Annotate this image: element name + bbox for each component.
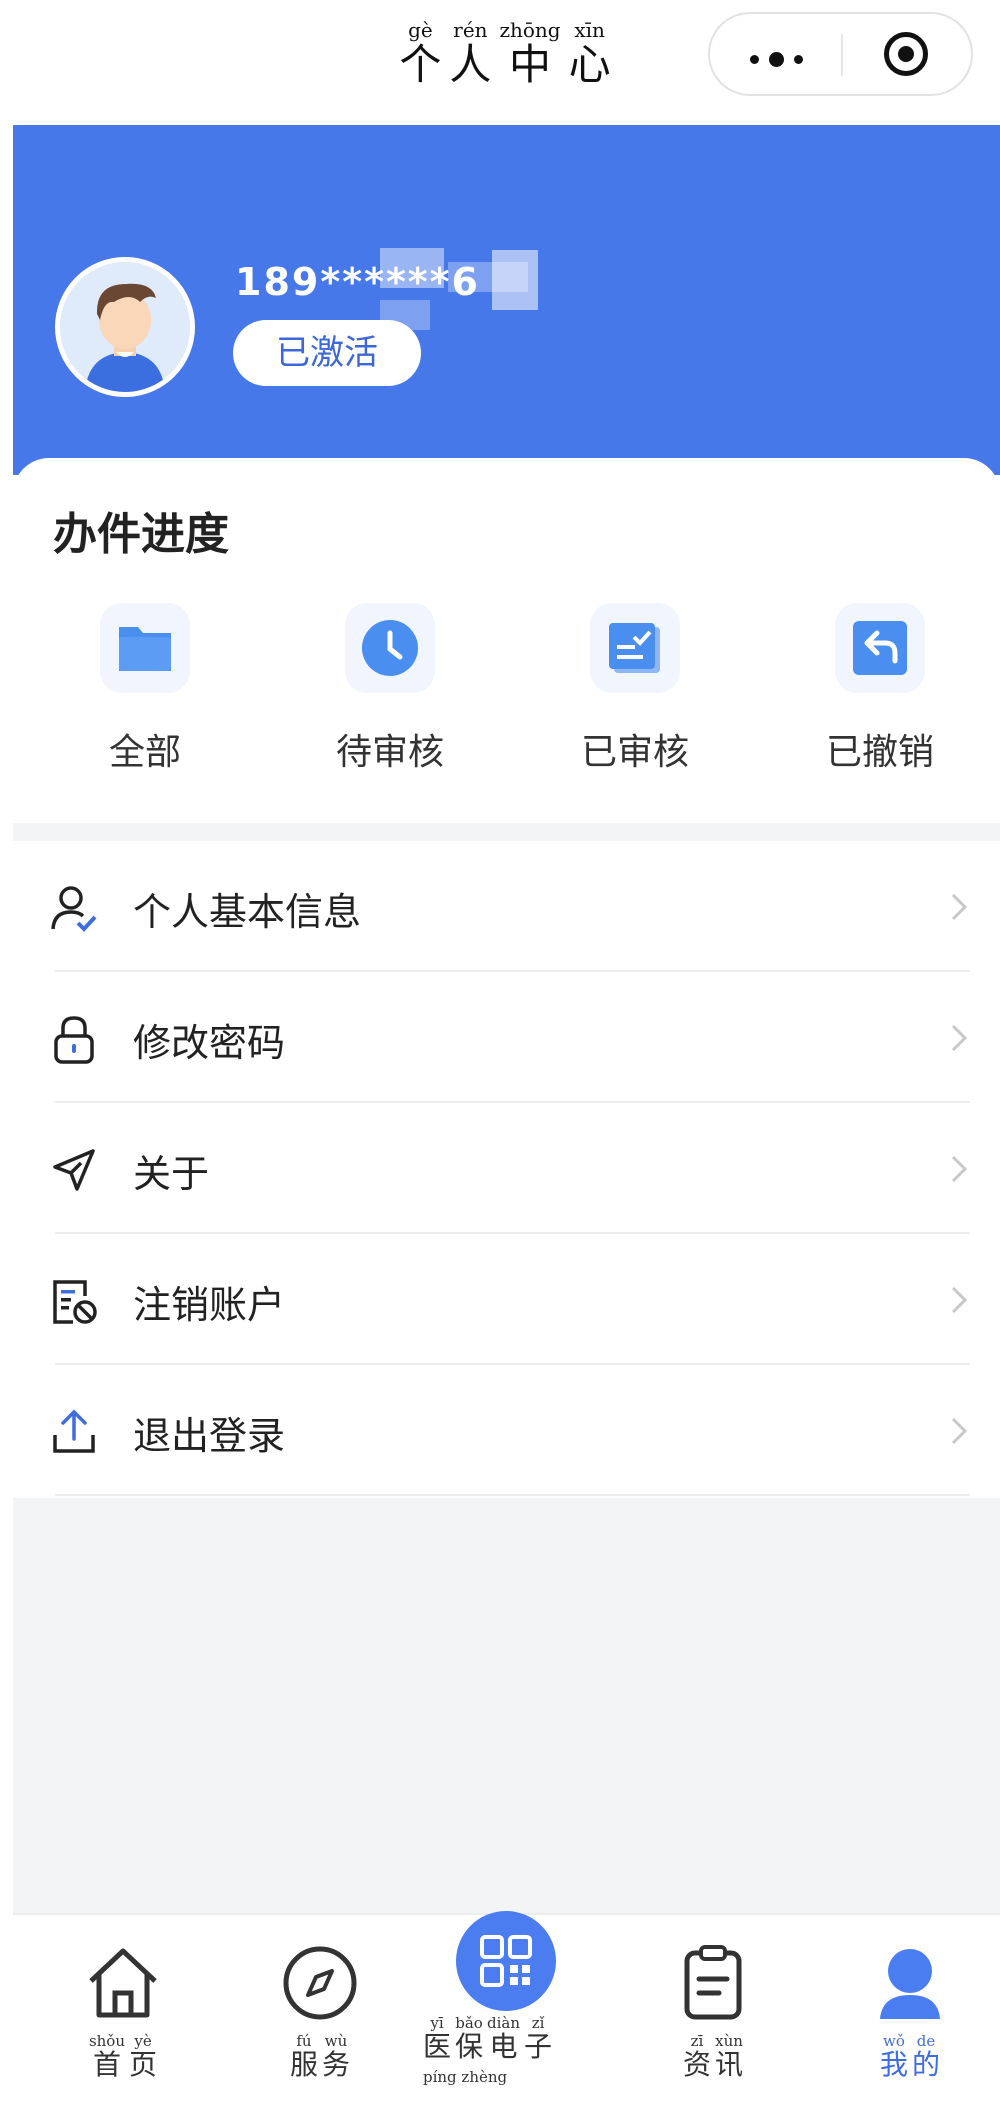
menu-item-label: 退出登录: [133, 1414, 286, 1458]
send-arrow-icon: [53, 1149, 95, 1191]
tab-char: 的: [912, 2048, 941, 2081]
user-check-icon: [51, 886, 97, 932]
medical-insurance-qr-button[interactable]: [456, 1911, 556, 2011]
menu-item-cancel-account[interactable]: 注销账户: [13, 1234, 1000, 1365]
section-divider: [13, 823, 1000, 841]
menu-item-change-password[interactable]: 修改密码: [13, 972, 1000, 1103]
title-pinyin: gè: [408, 18, 433, 42]
lock-icon: [54, 1016, 94, 1064]
tab-pinyin: diàn: [487, 2014, 521, 2032]
progress-pending[interactable]: 待审核: [310, 603, 470, 775]
bottom-tab-bar: shǒu 首 yè 页 fú 服 wù 务 yī 医 bǎo 保 diàn 电 zǐ 子: [13, 1911, 1000, 2103]
tab-char: 资: [682, 2048, 711, 2081]
tab-char: 医: [423, 2030, 452, 2063]
top-nav-bar: gè 个 rén 人 zhōng 中 xīn 心: [0, 0, 1000, 125]
settings-menu: 个人基本信息 修改密码 关于 注销账户 退出登录: [13, 841, 1000, 1498]
avatar-icon: [60, 262, 190, 392]
chevron-right-icon: [951, 1024, 968, 1052]
avatar[interactable]: [55, 257, 195, 397]
status-badge: 已激活: [233, 320, 421, 386]
close-mini-program-icon[interactable]: [884, 32, 928, 76]
progress-card: 办件进度 全部 待审核 已审核 已撤销: [13, 458, 1000, 823]
tab-char: 讯: [715, 2048, 744, 2081]
tab-char: 页: [129, 2048, 158, 2081]
progress-label: 已审核: [580, 732, 689, 773]
compass-icon: [283, 1946, 357, 2020]
redaction-block: [492, 250, 538, 310]
tab-pinyin: xùn: [715, 2032, 743, 2050]
tab-char: 服: [289, 2048, 318, 2081]
tab-char: 保: [455, 2030, 484, 2063]
cancel-account-icon: [53, 1280, 97, 1324]
tab-pinyin-line2: píng zhèng: [423, 2068, 508, 2086]
tab-char: 我: [879, 2048, 908, 2081]
menu-item-about[interactable]: 关于: [13, 1103, 1000, 1234]
tab-mine[interactable]: wǒ 我 de 的: [830, 1915, 990, 2103]
clipboard-icon: [684, 1945, 742, 2020]
menu-item-label: 注销账户: [133, 1283, 286, 1327]
user-icon: [880, 1949, 940, 2019]
tab-pinyin: yè: [134, 2032, 152, 2050]
home-icon: [89, 1948, 157, 2018]
progress-reviewed[interactable]: 已审核: [555, 603, 715, 775]
menu-item-label: 个人基本信息: [133, 890, 362, 934]
qr-tab-label[interactable]: yī 医 bǎo 保 diàn 电 zǐ 子 píng zhèng: [423, 2015, 603, 2086]
tab-pinyin: shǒu: [88, 2032, 126, 2050]
tab-char: 务: [322, 2048, 351, 2081]
qr-code-icon: [480, 1935, 532, 1987]
tab-pinyin: wǒ: [883, 2032, 905, 2050]
menu-item-logout[interactable]: 退出登录: [13, 1365, 1000, 1496]
tab-service[interactable]: fú 服 wù 务: [240, 1915, 400, 2103]
progress-title: 办件进度: [53, 509, 229, 560]
reviewed-doc-icon: [590, 603, 680, 693]
tab-pinyin: zǐ: [531, 2014, 545, 2032]
title-char: 心: [568, 40, 611, 89]
tab-char: 电: [489, 2030, 518, 2063]
empty-area: [13, 1498, 1000, 1913]
upload-logout-icon: [53, 1409, 95, 1453]
title-char: 个: [399, 40, 442, 89]
tab-pinyin: bǎo: [455, 2014, 483, 2032]
title-pinyin: xīn: [574, 18, 605, 42]
menu-item-personal-info[interactable]: 个人基本信息: [13, 841, 1000, 972]
undo-icon: [835, 603, 925, 693]
menu-item-label: 关于: [133, 1152, 210, 1196]
capsule-divider: [841, 34, 843, 76]
title-pinyin: zhōng: [499, 18, 561, 42]
tab-pinyin: de: [916, 2032, 936, 2050]
chevron-right-icon: [951, 1417, 968, 1445]
chevron-right-icon: [951, 1155, 968, 1183]
mini-program-capsule: [708, 12, 973, 96]
chevron-right-icon: [951, 1286, 968, 1314]
tab-char: 子: [524, 2030, 553, 2063]
tab-char: 首: [92, 2048, 121, 2081]
title-pinyin: rén: [453, 18, 488, 42]
tab-pinyin: fú: [296, 2032, 312, 2050]
page-title: gè 个 rén 人 zhōng 中 xīn 心: [399, 18, 611, 90]
tab-pinyin: wù: [324, 2032, 348, 2050]
tab-home[interactable]: shǒu 首 yè 页: [43, 1915, 203, 2103]
menu-item-label: 修改密码: [133, 1021, 286, 1065]
title-char: 中: [509, 40, 552, 89]
tab-pinyin: yī: [430, 2014, 444, 2032]
chevron-right-icon: [951, 893, 968, 921]
tab-news[interactable]: zī 资 xùn 讯: [633, 1915, 793, 2103]
progress-label: 已撤销: [825, 732, 934, 773]
progress-all[interactable]: 全部: [65, 603, 225, 775]
tab-pinyin: zī: [690, 2032, 704, 2050]
redaction-block: [380, 248, 444, 288]
row-divider: [55, 1494, 970, 1496]
progress-revoked[interactable]: 已撤销: [800, 603, 960, 775]
progress-label: 全部: [108, 732, 181, 773]
progress-label: 待审核: [335, 732, 444, 773]
title-char: 人: [449, 40, 492, 89]
clock-icon: [345, 603, 435, 693]
more-menu-icon[interactable]: [750, 52, 803, 67]
folder-icon: [100, 603, 190, 693]
